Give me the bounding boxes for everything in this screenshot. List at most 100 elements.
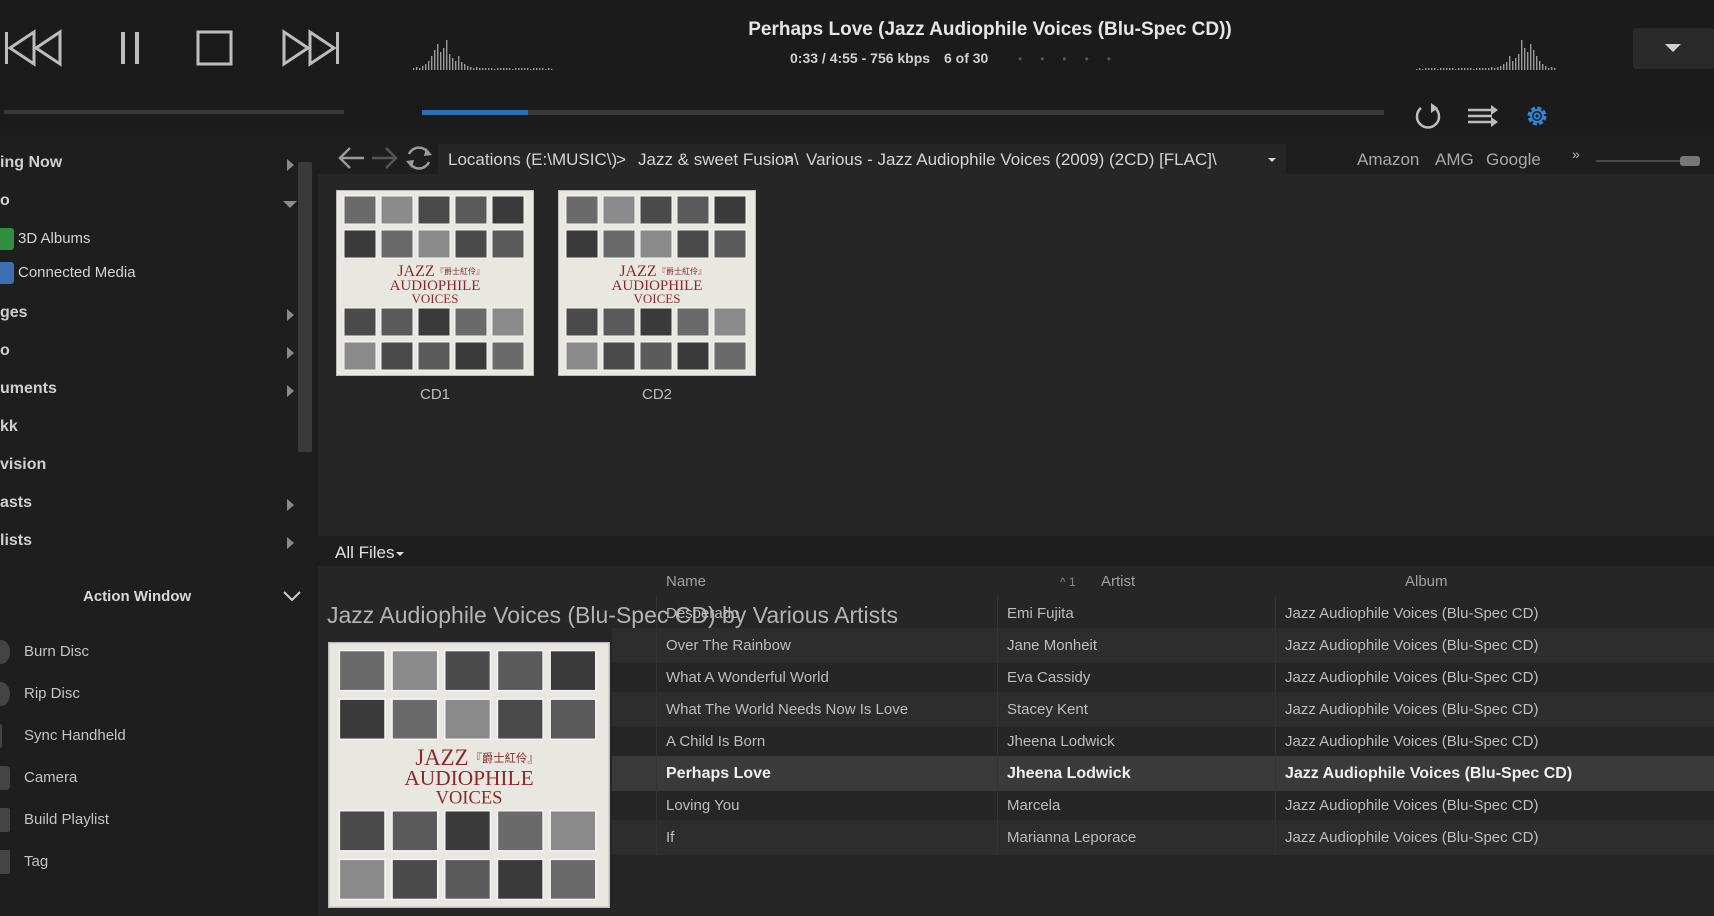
album-thumbnail-cd1[interactable]: JAZZ 『爵士紅伶』 AUDIOPHILE VOICES CD1 — [336, 190, 534, 412]
visualizer-bar — [1455, 69, 1457, 70]
portrait-tile — [676, 229, 710, 259]
back-arrow-icon[interactable] — [334, 142, 368, 174]
sidebar-item-television[interactable]: vision — [0, 448, 300, 484]
shuffle-icon[interactable] — [1466, 100, 1500, 132]
table-row[interactable]: If Marianna Leporace Jazz Audiophile Voice… — [612, 820, 1714, 855]
visualizer-bar — [1479, 68, 1481, 70]
visualizer-bar — [416, 67, 418, 70]
column-name[interactable]: Name — [666, 573, 706, 590]
album-cover: JAZZ 『爵士紅伶』AUDIOPHILEVOICES — [558, 190, 756, 376]
all-files-dropdown[interactable]: All Files — [335, 543, 395, 563]
sidebar-item-playing-now[interactable]: ing Now — [0, 146, 300, 182]
sidebar-item-kk[interactable]: kk — [0, 410, 300, 446]
seek-bar[interactable] — [422, 110, 1384, 115]
3d-albums-icon — [0, 228, 14, 250]
sidebar-item-label: asts — [0, 494, 33, 511]
table-row[interactable]: Over The Rainbow Jane Monheit Jazz Audioph… — [612, 628, 1714, 663]
portrait-tile — [496, 698, 544, 740]
column-divider — [656, 692, 657, 727]
breadcrumb-item[interactable]: Locations (E:\MUSIC\) — [448, 150, 617, 170]
visualizer-bar — [1497, 67, 1499, 70]
portrait-tile — [565, 229, 599, 259]
rip-disc-button[interactable]: Rip Disc — [0, 676, 300, 712]
visualizer-bar — [1491, 67, 1493, 70]
sidebar-subitem-connected-media[interactable]: Connected Media — [0, 256, 300, 290]
visualizer-bar — [1503, 64, 1505, 70]
breadcrumb-item[interactable]: Various - Jazz Audiophile Voices (2009) … — [806, 150, 1217, 170]
portrait-tile — [380, 307, 414, 337]
gear-icon[interactable] — [1520, 100, 1554, 132]
pause-button[interactable] — [108, 26, 152, 70]
sidebar-item-label: lists — [0, 532, 33, 549]
more-chevron-icon[interactable]: » — [1572, 146, 1580, 162]
breadcrumb-separator: > — [784, 150, 794, 169]
sidebar-item-video[interactable]: o — [0, 334, 300, 370]
column-album[interactable]: Album — [1405, 573, 1448, 590]
rating-dots[interactable]: ••••• — [1018, 52, 1129, 66]
sidebar-subitem-3d-albums[interactable]: 3D Albums — [0, 222, 300, 256]
sidebar-scrollbar[interactable] — [298, 142, 314, 572]
sidebar-item-label: ges — [0, 304, 28, 321]
sidebar-item-images[interactable]: ges — [0, 296, 300, 332]
table-row[interactable]: What The World Needs Now Is Love Stacey K… — [612, 692, 1714, 727]
column-divider — [1275, 660, 1276, 695]
visualizer-bar — [509, 68, 511, 70]
visualizer-bar — [1542, 64, 1544, 70]
sidebar-item-audio[interactable]: o — [0, 184, 300, 220]
visualizer-bar — [527, 68, 529, 70]
visualizer-bar — [443, 48, 445, 70]
sync-handheld-button[interactable]: Sync Handheld — [0, 718, 300, 754]
table-row[interactable]: What A Wonderful World Eva Cassidy Jazz Au… — [612, 660, 1714, 695]
column-divider — [1275, 788, 1276, 823]
visualizer-bar — [1461, 68, 1463, 70]
repeat-icon[interactable] — [1411, 100, 1445, 132]
breadcrumb-item[interactable]: Jazz & sweet Fusion\ — [638, 150, 799, 170]
sidebar-item-label: Connected Media — [18, 264, 136, 281]
camera-button[interactable]: Camera — [0, 760, 300, 796]
amg-link[interactable]: AMG — [1435, 150, 1474, 170]
tag-button[interactable]: Tag — [0, 844, 300, 880]
refresh-icon[interactable] — [402, 142, 436, 174]
forward-arrow-icon[interactable] — [368, 142, 402, 174]
visualizer-bar — [1419, 68, 1421, 70]
next-track-button[interactable] — [282, 26, 342, 70]
cell-name: What A Wonderful World — [666, 669, 829, 686]
menu-dropdown-button[interactable] — [1633, 28, 1714, 69]
visualizer-bar — [1458, 68, 1460, 70]
caret-down-icon[interactable] — [1268, 158, 1276, 162]
table-row[interactable]: Loving You Marcela Jazz Audiophile Voices … — [612, 788, 1714, 823]
caret-down-icon[interactable] — [396, 552, 404, 556]
scrollbar-thumb[interactable] — [298, 162, 312, 452]
action-window-header[interactable]: Action Window — [0, 580, 310, 616]
column-divider — [997, 692, 998, 727]
amazon-link[interactable]: Amazon — [1357, 150, 1419, 170]
zoom-slider-handle[interactable] — [1680, 156, 1700, 166]
cell-album: Jazz Audiophile Voices (Blu-Spec CD) — [1285, 733, 1539, 750]
portrait-tile — [454, 195, 488, 225]
portrait-tile — [496, 858, 544, 901]
volume-slider[interactable] — [4, 110, 344, 114]
portrait-tile — [454, 307, 488, 337]
sidebar-item-documents[interactable]: uments — [0, 372, 300, 408]
burn-disc-button[interactable]: Burn Disc — [0, 634, 300, 670]
album-thumbnail-cd2[interactable]: JAZZ 『爵士紅伶』 AUDIOPHILE VOICES CD2 — [558, 190, 756, 412]
column-artist[interactable]: Artist — [1101, 573, 1135, 590]
build-playlist-button[interactable]: Build Playlist — [0, 802, 300, 838]
stop-button[interactable] — [190, 26, 240, 70]
table-row[interactable]: Perhaps Love Jheena Lodwick Jazz Audiophil… — [612, 756, 1714, 791]
visualizer-bar — [506, 68, 508, 70]
sidebar-item-playlists[interactable]: lists — [0, 524, 300, 550]
google-link[interactable]: Google — [1486, 150, 1541, 170]
chevron-down-icon — [1665, 44, 1681, 52]
column-divider — [656, 820, 657, 855]
breadcrumb: Locations (E:\MUSIC\) > Jazz & sweet Fus… — [438, 144, 1286, 174]
visualizer-bar — [530, 69, 532, 70]
table-row[interactable]: Desperado Emi Fujita Jazz Audiophile Voice… — [612, 596, 1714, 631]
visualizer-bar — [500, 68, 502, 70]
sidebar-item-podcasts[interactable]: asts — [0, 486, 300, 522]
table-row[interactable]: A Child Is Born Jheena Lodwick Jazz Audiop… — [612, 724, 1714, 759]
visualizer-bar — [503, 68, 505, 70]
portrait-tile — [565, 307, 599, 337]
files-view-tab: All Files — [318, 536, 1714, 566]
previous-track-button[interactable] — [2, 26, 62, 70]
